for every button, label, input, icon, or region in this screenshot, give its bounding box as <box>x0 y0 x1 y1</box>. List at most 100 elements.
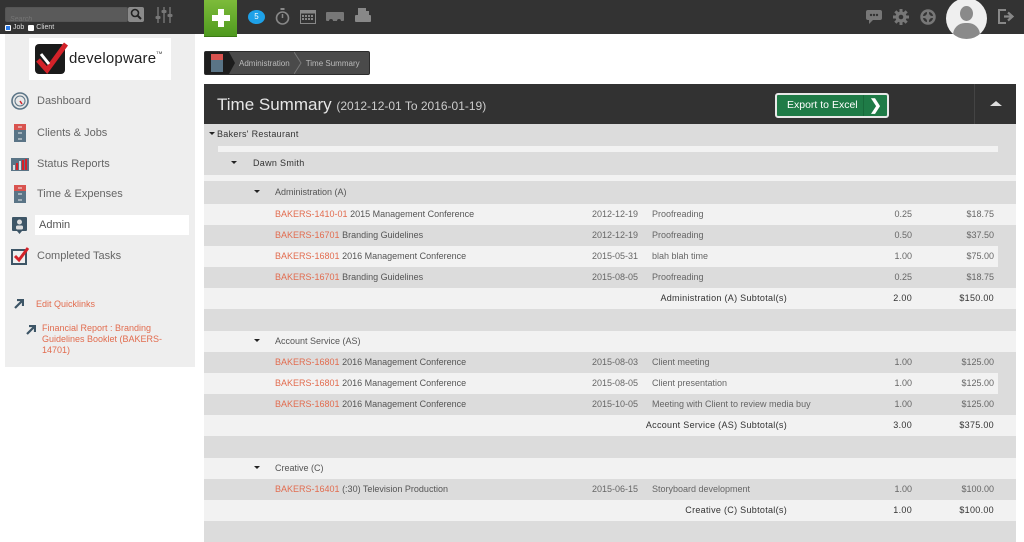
entry-description: Client presentation <box>652 378 728 388</box>
entry-date: 2015-10-05 <box>592 399 639 409</box>
arrow-up-right-icon <box>14 299 24 309</box>
sidebar-item-label: Completed Tasks <box>37 250 122 262</box>
entry-description: Proofreading <box>652 230 704 240</box>
entry-hours: 0.25 <box>894 209 912 219</box>
help-lifebuoy-icon[interactable] <box>920 9 936 25</box>
chat-icon[interactable] <box>866 10 882 24</box>
sidebar-item-clients-jobs[interactable]: Clients & Jobs <box>11 123 189 143</box>
job-name: 2016 Management Conference <box>342 251 467 261</box>
group-spacer <box>204 310 1016 331</box>
filter-sliders-icon[interactable] <box>155 7 173 23</box>
quicklink-item[interactable]: Financial Report : Branding Guidelines B… <box>42 323 172 356</box>
job-code-link[interactable]: BAKERS-16701 <box>275 230 340 240</box>
subtotal-hours: 2.00 <box>893 293 912 303</box>
entry-hours: 1.00 <box>894 251 912 261</box>
gear-icon[interactable] <box>893 9 909 25</box>
divider <box>974 84 975 124</box>
entry-date: 2015-06-15 <box>592 484 639 494</box>
collapse-panel-icon[interactable] <box>990 101 1002 106</box>
truck-icon[interactable] <box>326 11 344 23</box>
caret-down-icon[interactable] <box>254 190 260 193</box>
employee-name: Dawn Smith <box>253 158 305 168</box>
printer-icon[interactable] <box>355 8 371 24</box>
export-to-excel-button[interactable]: Export to Excel ❯ <box>775 93 889 118</box>
job-code-link[interactable]: BAKERS-1410-01 <box>275 209 348 219</box>
group-row[interactable]: Creative (C) <box>204 458 1016 479</box>
calendar-icon[interactable] <box>300 9 316 24</box>
job-code-link[interactable]: BAKERS-16801 <box>275 251 340 261</box>
job-name: 2015 Management Conference <box>350 209 475 219</box>
breadcrumb-item-administration[interactable]: Administration <box>229 59 294 68</box>
job-name: 2016 Management Conference <box>342 357 467 367</box>
sidebar-item-label: Admin <box>35 215 189 235</box>
sidebar-item-dashboard[interactable]: Dashboard <box>11 91 189 111</box>
client-checkbox[interactable] <box>28 24 35 31</box>
avatar-body <box>953 23 980 39</box>
add-new-button[interactable] <box>204 0 237 37</box>
developware-logo[interactable]: developwareTM <box>29 38 171 80</box>
subtotal-label: Administration (A) Subtotal(s) <box>660 293 787 303</box>
entry-description: Proofreading <box>652 272 704 282</box>
logo-text: developwareTM <box>69 50 163 67</box>
job-checkbox-label: Job <box>13 24 25 31</box>
time-summary-panel: Time Summary (2012-12-01 To 2016-01-19) … <box>204 84 1016 542</box>
subtotal-amount: $375.00 <box>959 420 994 430</box>
breadcrumb-item-time-summary: Time Summary <box>305 58 360 68</box>
table-row: BAKERS-1410-01 2015 Management Conferenc… <box>204 204 1016 225</box>
job-code-link[interactable]: BAKERS-16801 <box>275 378 340 388</box>
sidebar-item-admin[interactable]: Admin <box>11 215 189 235</box>
logout-icon[interactable] <box>998 9 1016 24</box>
search-icon <box>130 8 142 20</box>
employee-row[interactable]: Dawn Smith <box>204 153 1016 174</box>
caret-down-icon[interactable] <box>254 339 260 342</box>
stopwatch-icon[interactable] <box>275 8 290 25</box>
entry-date: 2015-08-05 <box>592 378 639 388</box>
entry-date: 2012-12-19 <box>592 230 639 240</box>
client-row[interactable]: Bakers' Restaurant <box>204 124 1016 145</box>
entry-date: 2012-12-19 <box>592 209 639 219</box>
search-field[interactable] <box>5 7 128 26</box>
messages-icon[interactable]: 5 <box>248 10 265 24</box>
sidebar-item-completed-tasks[interactable]: Completed Tasks <box>11 246 189 266</box>
group-row[interactable]: Administration (A) <box>204 182 1016 203</box>
job-code-link[interactable]: BAKERS-16701 <box>275 272 340 282</box>
search-button[interactable] <box>128 7 144 22</box>
job-name: Branding Guidelines <box>342 272 424 282</box>
caret-down-icon[interactable] <box>231 161 237 164</box>
breadcrumb-home[interactable] <box>205 52 235 74</box>
caret-down-icon[interactable] <box>254 466 260 469</box>
sidebar: developwareTM Dashboard Clients & Jobs S… <box>5 34 195 367</box>
job-checkbox[interactable] <box>5 24 11 31</box>
edit-quicklinks-link[interactable]: Edit Quicklinks <box>36 299 95 310</box>
table-row: BAKERS-16801 2016 Management Conference … <box>204 352 1016 373</box>
breadcrumb-separator <box>293 52 302 74</box>
job-code-link[interactable]: BAKERS-16801 <box>275 399 340 409</box>
group-row[interactable]: Account Service (AS) <box>204 331 1016 352</box>
job-code-link[interactable]: BAKERS-16801 <box>275 357 340 367</box>
group-spacer <box>204 437 1016 458</box>
bar-chart-icon <box>11 158 29 171</box>
caret-down-icon[interactable] <box>209 132 215 135</box>
table-row: BAKERS-16801 2016 Management Conference … <box>204 246 998 267</box>
entry-amount: $18.75 <box>966 272 994 282</box>
entry-hours: 1.00 <box>894 484 912 494</box>
group-name: Administration (A) <box>275 187 347 197</box>
entry-hours: 0.50 <box>894 230 912 240</box>
avatar[interactable] <box>946 0 987 39</box>
sidebar-item-time-expenses[interactable]: Time & Expenses <box>11 184 189 204</box>
job-name: 2016 Management Conference <box>342 378 467 388</box>
avatar-head <box>960 6 973 21</box>
entry-amount: $37.50 <box>966 230 994 240</box>
job-code-link[interactable]: BAKERS-16401 <box>275 484 340 494</box>
date-range: (2012-12-01 To 2016-01-19) <box>336 99 487 113</box>
client-name: Bakers' Restaurant <box>217 129 299 139</box>
table-row: BAKERS-16801 2016 Management Conference … <box>204 394 1016 415</box>
job-name: 2016 Management Conference <box>342 399 467 409</box>
client-checkbox-label: Client <box>36 24 55 31</box>
divider <box>204 175 1016 181</box>
sidebar-item-status-reports[interactable]: Status Reports <box>11 154 189 174</box>
divider <box>218 146 998 152</box>
entry-amount: $125.00 <box>961 378 994 388</box>
entry-amount: $125.00 <box>961 399 994 409</box>
entry-date: 2015-08-03 <box>592 357 639 367</box>
